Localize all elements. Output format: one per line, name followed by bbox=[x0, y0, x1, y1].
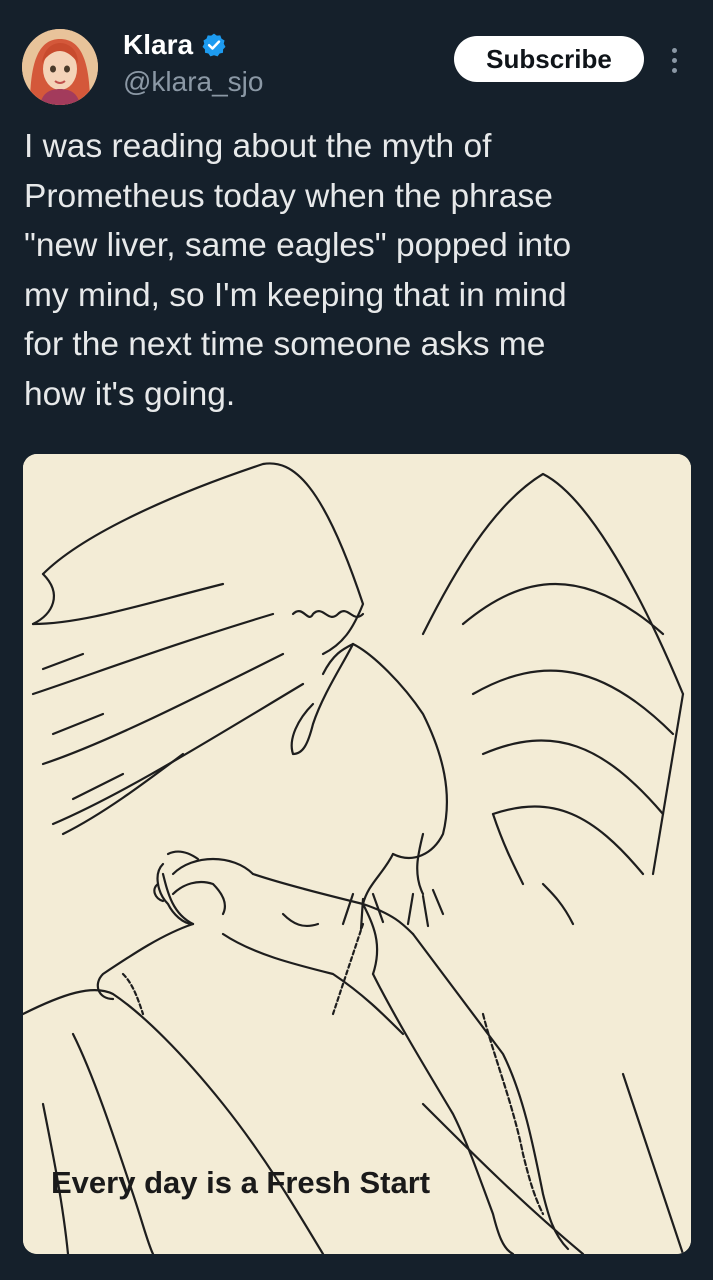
avatar[interactable] bbox=[22, 29, 98, 105]
handle[interactable]: @klara_sjo bbox=[123, 66, 263, 98]
dot bbox=[671, 47, 677, 53]
dot bbox=[671, 57, 677, 63]
verified-badge-icon[interactable] bbox=[201, 32, 227, 58]
prometheus-eagle-illustration bbox=[23, 454, 691, 1254]
image-caption: Every day is a Fresh Start bbox=[51, 1165, 431, 1200]
subscribe-button[interactable]: Subscribe bbox=[454, 36, 644, 82]
tweet-image[interactable]: Every day is a Fresh Start bbox=[23, 454, 691, 1254]
more-options-icon[interactable] bbox=[662, 40, 686, 80]
author-block[interactable]: Klara @klara_sjo bbox=[123, 28, 263, 98]
tweet-text: I was reading about the myth of Promethe… bbox=[24, 128, 572, 413]
dot bbox=[671, 67, 677, 73]
display-name[interactable]: Klara bbox=[123, 29, 193, 61]
tweet-header: Klara @klara_sjo Subscribe bbox=[0, 0, 713, 110]
